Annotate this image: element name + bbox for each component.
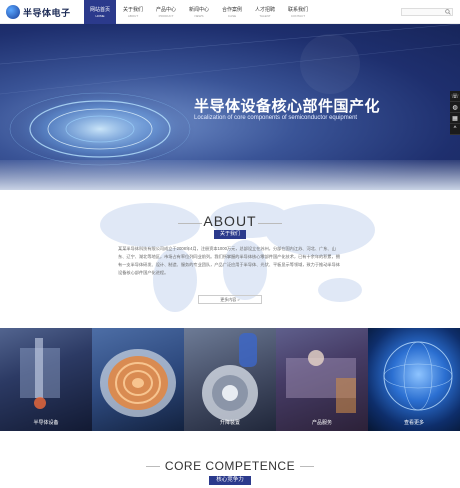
banner-title: 半导体设备核心部件国产化 <box>194 98 381 115</box>
tile-label: 查看更多 <box>403 420 424 426</box>
tile-view-more[interactable]: 查看更多 <box>368 328 460 431</box>
about-tag: 关于我们 <box>214 230 246 239</box>
banner-bottom-fade <box>0 160 460 190</box>
about-title: ABOUT <box>203 213 257 229</box>
tile-label: 升降装置 <box>219 420 240 426</box>
side-toolbar: ☏ ◍ ▦ ^ <box>450 91 460 135</box>
search-input[interactable] <box>401 8 453 16</box>
core-title: CORE COMPETENCE <box>164 459 296 473</box>
logo[interactable]: 半导体电子 <box>6 4 71 20</box>
up-icon[interactable]: ^ <box>450 124 460 135</box>
nav-item-sublabel: PRODUCT <box>158 14 174 18</box>
nav-item-label: 联系我们 <box>287 7 308 13</box>
nav-item-home[interactable]: 网站首页 HOME <box>84 0 116 24</box>
hero-banner: 半导体设备核心部件国产化 Localization of core compon… <box>0 24 460 190</box>
globe-icon <box>383 341 453 411</box>
nav-item-case[interactable]: 合作案例 CASE <box>216 0 248 24</box>
nav-item-sublabel: HOME <box>95 14 105 18</box>
banner-subtitle: Localization of core components of semic… <box>194 115 358 121</box>
tile-product-service[interactable]: 产品服务 <box>276 328 368 431</box>
lift-device-icon <box>202 333 258 421</box>
nav-item-label: 人才招聘 <box>254 7 275 13</box>
nav-item-label: 关于我们 <box>122 7 143 13</box>
nav-item-talent[interactable]: 人才招聘 TALENT <box>249 0 281 24</box>
chat-icon[interactable]: ◍ <box>450 102 460 113</box>
logo-text: 半导体电子 <box>23 7 71 18</box>
nav-item-sublabel: CONTACT <box>290 14 306 18</box>
wafer-heater-icon <box>100 349 176 417</box>
nav-item-label: 产品中心 <box>155 7 176 13</box>
nav-item-sublabel: CASE <box>227 14 237 18</box>
site-header: 半导体电子 网站首页 HOME 关于我们 ABOUT 产品中心 PRODUCT … <box>0 0 460 24</box>
qrcode-icon[interactable]: ▦ <box>450 113 460 124</box>
nav-item-label: 网站首页 <box>89 7 110 13</box>
tile-label: 半导体设备 <box>33 420 59 426</box>
search-icon[interactable] <box>445 9 451 15</box>
nav-item-label: 新闻中心 <box>188 7 209 13</box>
feature-tiles: 半导体设备 升降装置 产品服务 查看更多 <box>0 328 460 431</box>
machine-icon <box>20 338 60 409</box>
nav-item-product[interactable]: 产品中心 PRODUCT <box>150 0 182 24</box>
nav-item-sublabel: ABOUT <box>127 14 139 18</box>
main-nav: 网站首页 HOME 关于我们 ABOUT 产品中心 PRODUCT 新闻中心 N… <box>84 0 315 24</box>
about-more-button[interactable]: 更多内容 > <box>198 295 262 304</box>
nav-item-news[interactable]: 新闻中心 NEWS <box>183 0 215 24</box>
nav-item-sublabel: NEWS <box>194 14 204 18</box>
logo-mark-icon <box>6 5 20 19</box>
tile-lift-device[interactable]: 升降装置 <box>184 328 276 431</box>
nav-item-label: 合作案例 <box>221 7 242 13</box>
about-text: 某某半导体科技有限公司成立于2008年4月，注册资本1000万元，总部设立在苏州… <box>118 246 340 275</box>
phone-icon[interactable]: ☏ <box>450 91 460 102</box>
tile-semiconductor-equipment[interactable]: 半导体设备 <box>0 328 92 431</box>
nav-item-sublabel: TALENT <box>259 14 271 18</box>
about-section: ABOUT 关于我们 某某半导体科技有限公司成立于2008年4月，注册资本100… <box>0 190 460 328</box>
tile-label: 产品服务 <box>311 420 332 426</box>
core-section: CORE COMPETENCE 核心竞争力 <box>0 431 460 488</box>
nav-item-contact[interactable]: 联系我们 CONTACT <box>282 0 314 24</box>
core-tag: 核心竞争力 <box>209 476 251 485</box>
factory-icon <box>286 350 356 413</box>
tile-wafer-heater[interactable] <box>92 328 184 431</box>
nav-item-about[interactable]: 关于我们 ABOUT <box>117 0 149 24</box>
